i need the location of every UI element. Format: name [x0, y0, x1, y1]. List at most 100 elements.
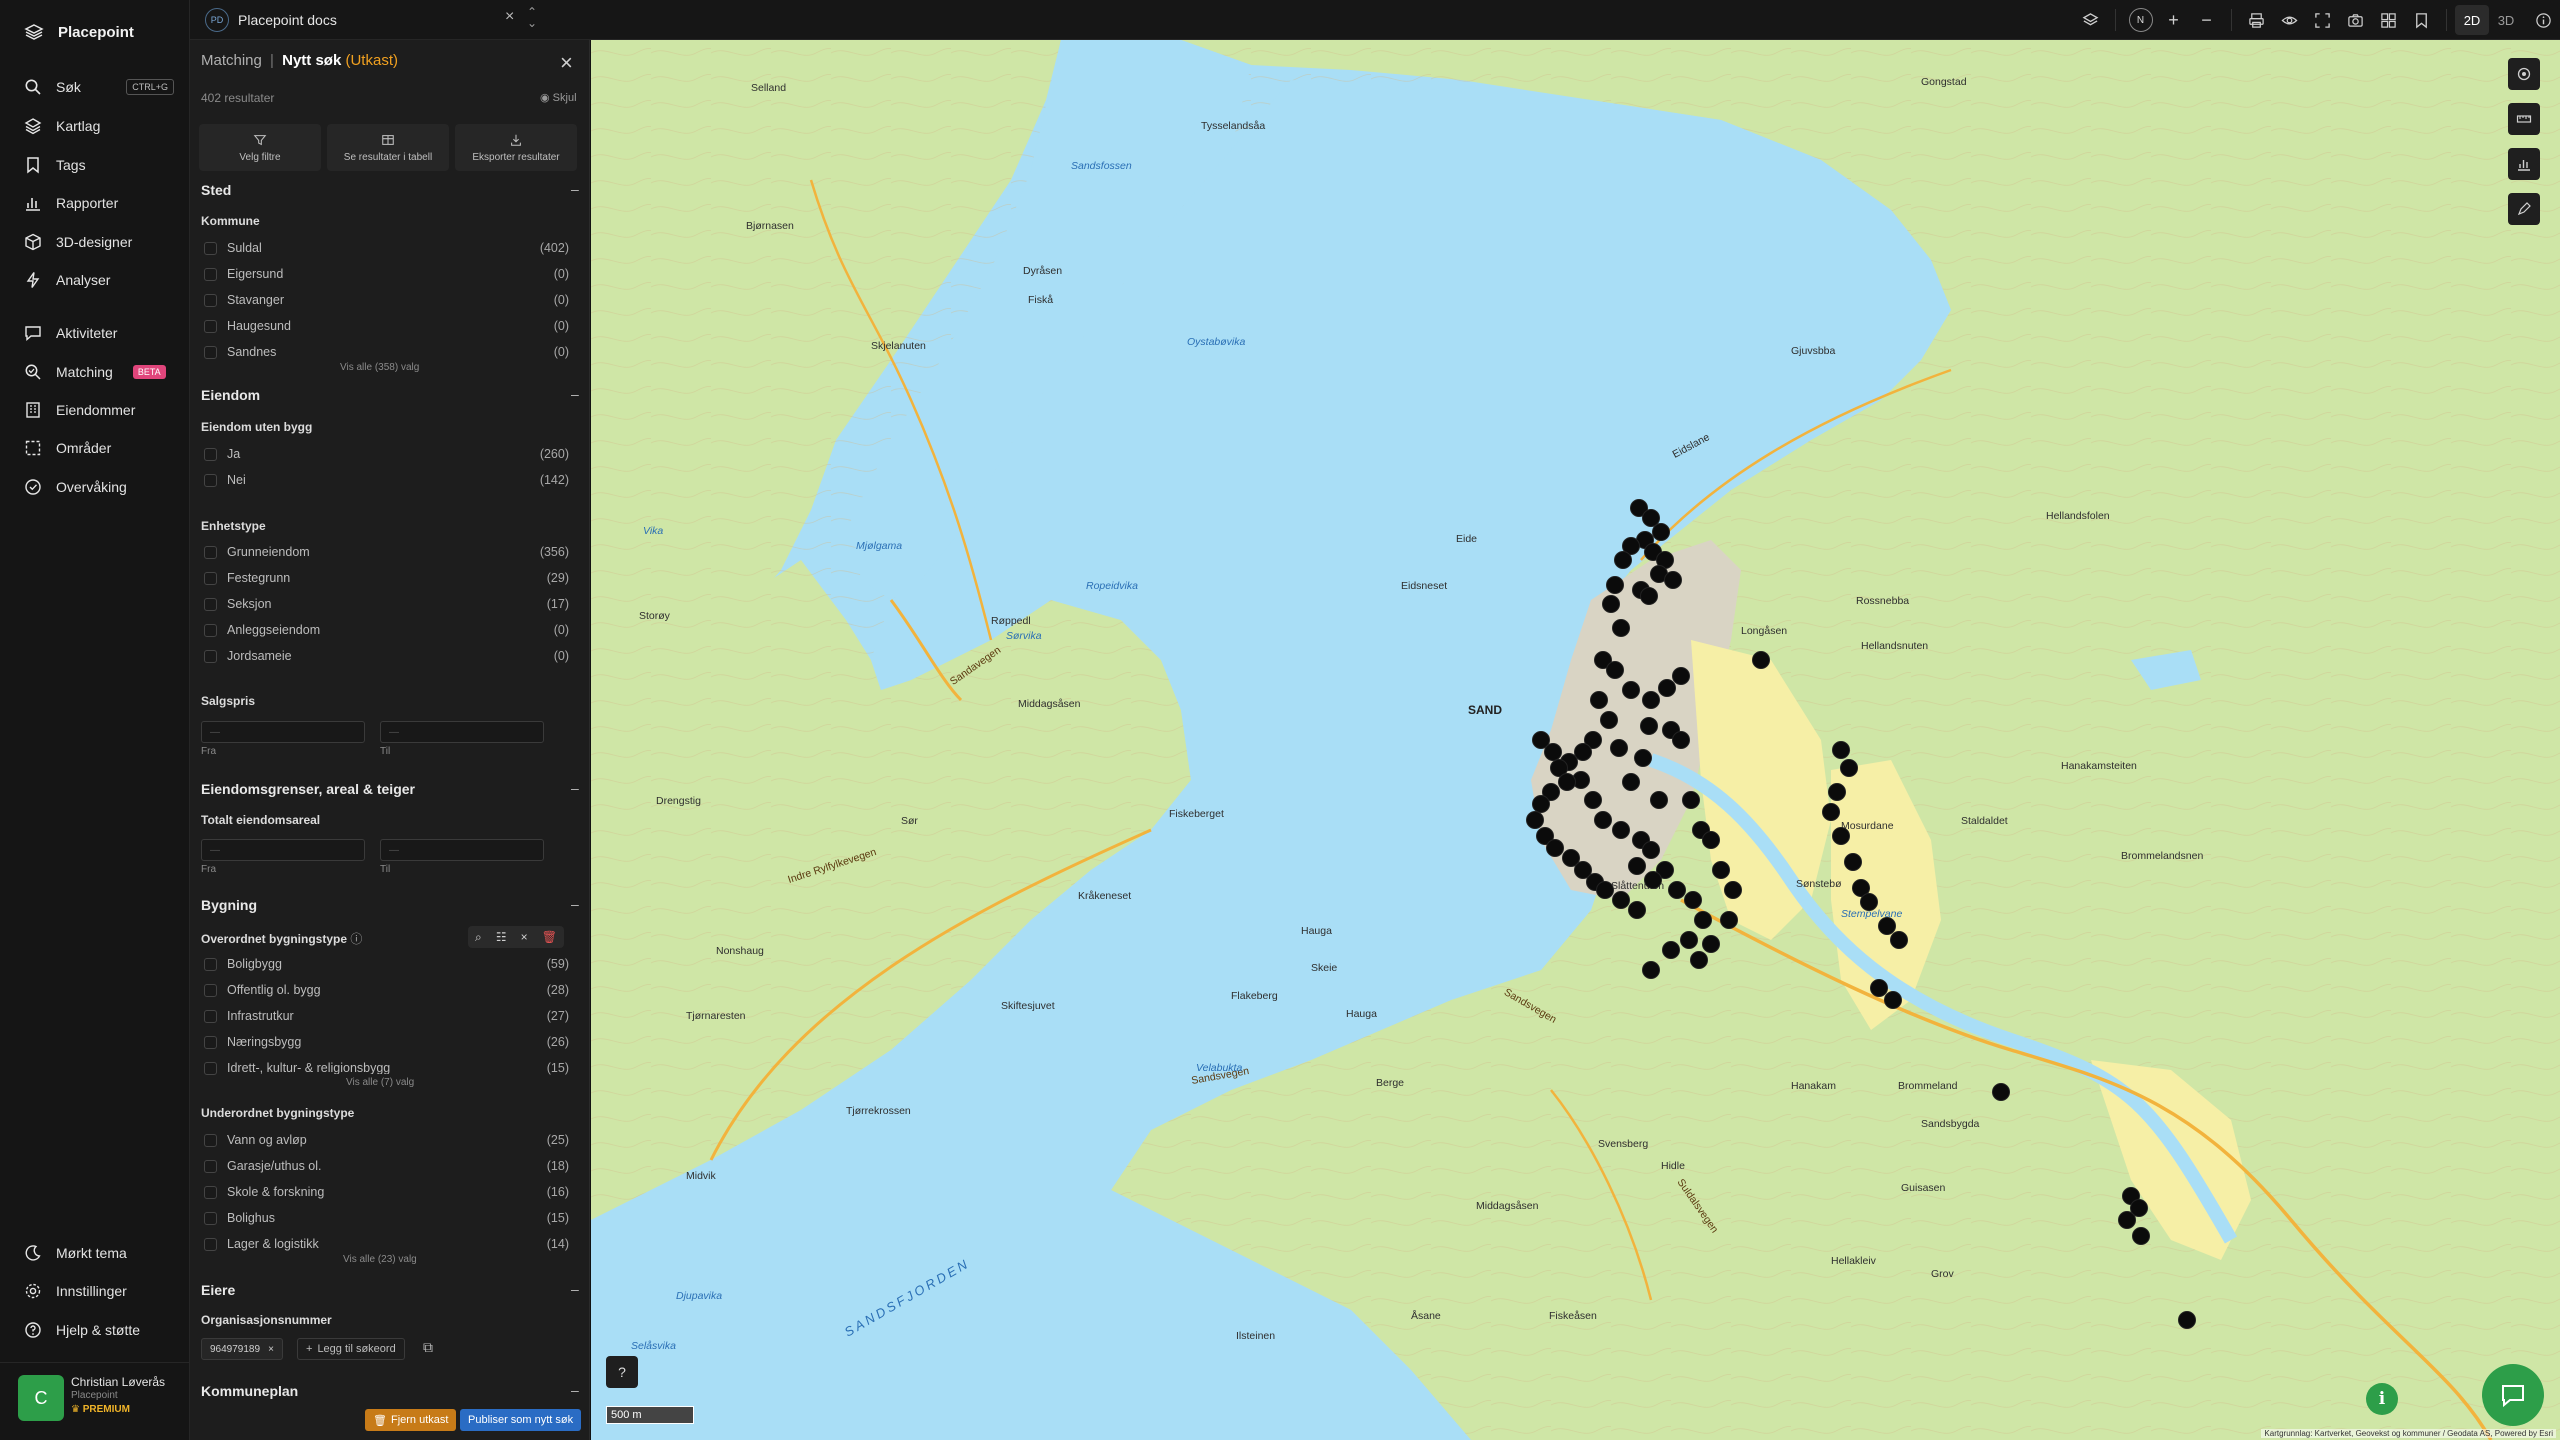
property-marker[interactable] — [1672, 667, 1690, 685]
filter-option[interactable]: Anleggseiendom (0) — [201, 621, 569, 641]
property-marker[interactable] — [1622, 681, 1640, 699]
collapse-icon[interactable]: – — [571, 1281, 579, 1297]
checkbox[interactable] — [204, 294, 217, 307]
print-icon[interactable] — [2240, 4, 2273, 36]
property-marker[interactable] — [1612, 821, 1630, 839]
compass-button[interactable]: N — [2124, 4, 2157, 36]
property-marker[interactable] — [1606, 576, 1624, 594]
workspace-selector[interactable]: PD Placepoint docs × ⌃ ⌄ — [205, 6, 540, 34]
property-marker[interactable] — [1690, 951, 1708, 969]
filter-option[interactable]: Boligbygg (59) — [201, 955, 569, 975]
checkbox[interactable] — [204, 1238, 217, 1251]
filter-option[interactable]: Offentlig ol. bygg (28) — [201, 981, 569, 1001]
filter-option[interactable]: Bolighus (15) — [201, 1209, 569, 1229]
property-marker[interactable] — [1860, 893, 1878, 911]
collapse-icon[interactable]: – — [571, 896, 579, 912]
property-marker[interactable] — [1724, 881, 1742, 899]
checkbox[interactable] — [204, 242, 217, 255]
property-marker[interactable] — [1546, 839, 1564, 857]
sidebar-item-tags[interactable]: Tags — [24, 148, 174, 182]
sidebar-item-eiendommer[interactable]: Eiendommer — [24, 393, 174, 427]
checkbox[interactable] — [204, 1062, 217, 1075]
sidebar-item-rapporter[interactable]: Rapporter — [24, 186, 174, 220]
property-marker[interactable] — [1610, 739, 1628, 757]
filter-option[interactable]: Jordsameie (0) — [201, 647, 569, 667]
property-marker[interactable] — [1622, 773, 1640, 791]
property-marker[interactable] — [1634, 749, 1652, 767]
property-marker[interactable] — [1652, 523, 1670, 541]
checkbox[interactable] — [204, 268, 217, 281]
sidebar-item-overvaking[interactable]: Overvåking — [24, 470, 174, 504]
checkbox[interactable] — [204, 1036, 217, 1049]
sidebar-item-3d-designer[interactable]: 3D-designer — [24, 225, 174, 259]
property-marker[interactable] — [1832, 827, 1850, 845]
property-marker[interactable] — [1612, 619, 1630, 637]
sidebar-item-analyser[interactable]: Analyser — [24, 263, 174, 297]
checkbox[interactable] — [204, 624, 217, 637]
filter-option[interactable]: Stavanger (0) — [201, 291, 569, 311]
checkbox[interactable] — [204, 958, 217, 971]
dark-theme-toggle[interactable]: Mørkt tema — [24, 1236, 174, 1270]
filter-option[interactable]: Grunneiendom (356) — [201, 543, 569, 563]
sidebar-item-matching[interactable]: Matching BETA — [24, 355, 174, 389]
property-marker[interactable] — [1574, 743, 1592, 761]
area-to-input[interactable]: — — [380, 839, 544, 861]
breadcrumb-parent[interactable]: Matching — [201, 52, 262, 69]
property-marker[interactable] — [1720, 911, 1738, 929]
view-3d-button[interactable]: 3D — [2489, 5, 2523, 35]
filter-option[interactable]: Suldal (402) — [201, 239, 569, 259]
property-marker[interactable] — [1840, 759, 1858, 777]
checkbox[interactable] — [204, 320, 217, 333]
property-marker[interactable] — [1596, 881, 1614, 899]
property-marker[interactable] — [1694, 911, 1712, 929]
remove-draft-button[interactable]: 🗑 Fjern utkast — [365, 1409, 457, 1431]
property-marker[interactable] — [1590, 691, 1608, 709]
sidebar-item-kartlag[interactable]: Kartlag — [24, 109, 174, 143]
filter-option[interactable]: Sandnes (0) — [201, 343, 569, 363]
property-marker[interactable] — [1682, 791, 1700, 809]
property-marker[interactable] — [1658, 679, 1676, 697]
property-marker[interactable] — [1642, 841, 1660, 859]
map-view[interactable]: Sørvika Drengstig Sør Nonshaug Indre Ryl… — [591, 40, 2560, 1440]
sidebar-item-aktiviteter[interactable]: Aktiviteter — [24, 316, 174, 350]
property-marker[interactable] — [1992, 1083, 2010, 1101]
property-marker[interactable] — [1600, 711, 1618, 729]
zoom-in-icon[interactable]: + — [2157, 4, 2190, 36]
filter-option[interactable]: Næringsbygg (26) — [201, 1033, 569, 1053]
chat-support-button[interactable] — [2482, 1364, 2544, 1426]
property-marker[interactable] — [1628, 857, 1646, 875]
filter-option[interactable]: Ja (260) — [201, 445, 569, 465]
property-marker[interactable] — [1712, 861, 1730, 879]
chevron-updown-icon[interactable]: ⌃ ⌄ — [527, 6, 537, 29]
checkbox[interactable] — [204, 474, 217, 487]
eye-icon[interactable] — [2273, 4, 2306, 36]
collapse-icon[interactable]: – — [571, 780, 579, 796]
checkbox[interactable] — [204, 1212, 217, 1225]
sidebar-item-omrader[interactable]: Områder — [24, 431, 174, 465]
property-marker[interactable] — [1614, 551, 1632, 569]
property-marker[interactable] — [1668, 881, 1686, 899]
property-marker[interactable] — [1890, 931, 1908, 949]
info-icon[interactable] — [2527, 4, 2560, 36]
statistics-icon[interactable] — [2508, 148, 2540, 180]
property-marker[interactable] — [1606, 661, 1624, 679]
filter-option[interactable]: Skole & forskning (16) — [201, 1183, 569, 1203]
checkbox[interactable] — [204, 1134, 217, 1147]
add-search-term-button[interactable]: + Legg til søkeord — [297, 1338, 405, 1360]
collapse-icon[interactable]: – — [571, 386, 579, 402]
user-profile[interactable]: C Christian Løverås Placepoint ♛ PREMIUM — [0, 1362, 190, 1440]
property-marker[interactable] — [1642, 961, 1660, 979]
filter-option[interactable]: Seksjon (17) — [201, 595, 569, 615]
close-panel-icon[interactable]: × — [560, 50, 573, 76]
layers-stack-icon[interactable] — [2074, 4, 2107, 36]
checkbox[interactable] — [204, 650, 217, 663]
property-marker[interactable] — [2178, 1311, 2196, 1329]
filter-option[interactable]: Garasje/uthus ol. (18) — [201, 1157, 569, 1177]
area-from-input[interactable]: — — [201, 839, 365, 861]
info-button[interactable]: i — [2366, 1383, 2398, 1415]
export-results-button[interactable]: Eksporter resultater — [455, 124, 577, 171]
property-marker[interactable] — [1870, 979, 1888, 997]
filter-option[interactable]: Festegrunn (29) — [201, 569, 569, 589]
property-marker[interactable] — [1752, 651, 1770, 669]
filter-option[interactable]: Haugesund (0) — [201, 317, 569, 337]
